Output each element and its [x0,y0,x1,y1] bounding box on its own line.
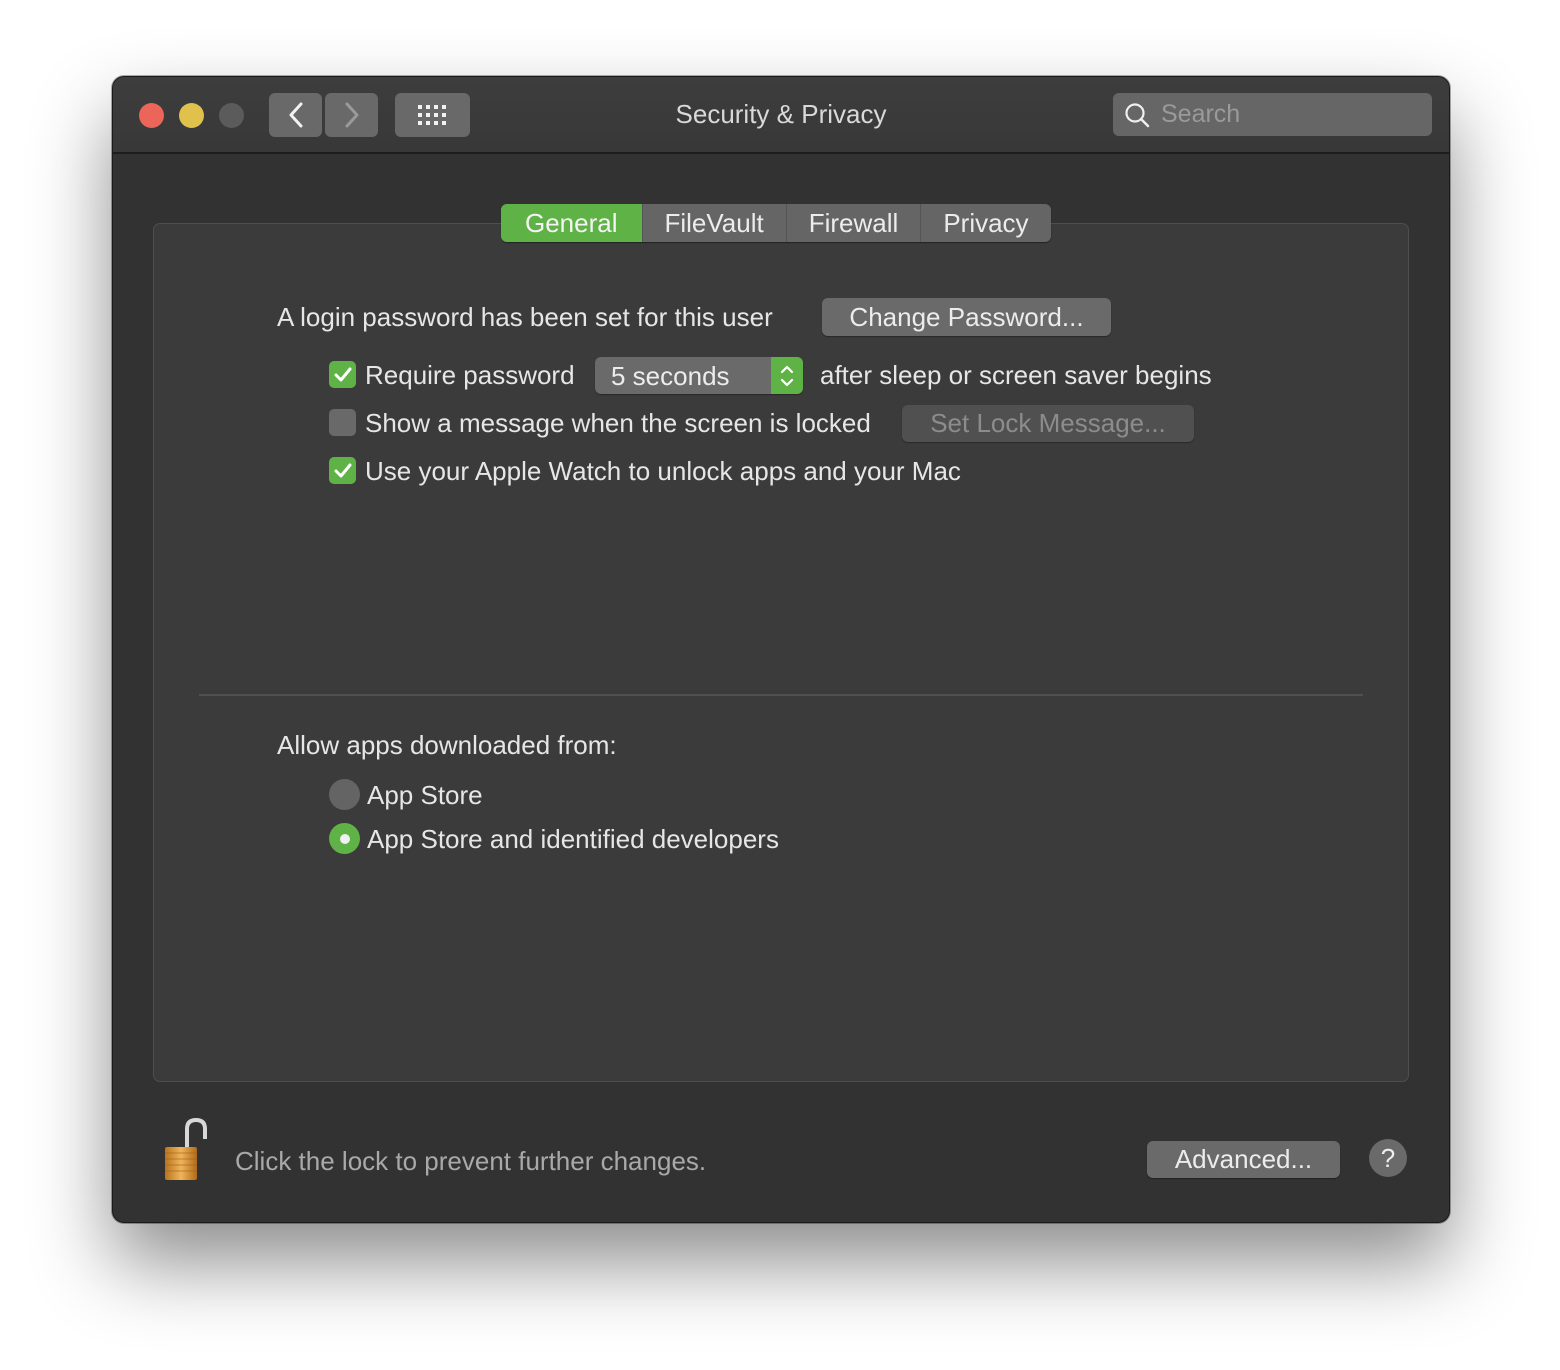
login-password-status: A login password has been set for this u… [277,302,773,332]
radio-app-store-identified[interactable] [329,823,360,854]
require-password-label: Require password [365,360,575,390]
help-button[interactable]: ? [1369,1139,1407,1177]
apple-watch-label: Use your Apple Watch to unlock apps and … [365,456,961,486]
grid-icon [417,105,446,125]
radio-dot [339,833,350,844]
security-privacy-window: Security & Privacy General FileVault Fir… [112,76,1450,1223]
chevron-right-icon [345,102,358,128]
unlocked-padlock-icon[interactable] [161,1117,211,1183]
delay-value: 5 seconds [611,361,730,391]
search-input[interactable] [1159,99,1423,130]
checkmark-icon [334,367,351,381]
zoom-button[interactable] [219,103,244,128]
tab-bar: General FileVault Firewall Privacy [501,204,1051,242]
require-password-suffix: after sleep or screen saver begins [820,360,1212,390]
lock-message-label: Show a message when the screen is locked [365,408,871,438]
tab-filevault[interactable]: FileVault [643,204,787,242]
allow-apps-heading: Allow apps downloaded from: [277,730,617,760]
minimize-button[interactable] [179,103,204,128]
tab-general[interactable]: General [501,204,643,242]
show-all-button[interactable] [395,93,470,137]
search-icon [1125,102,1150,127]
lock-status-text: Click the lock to prevent further change… [235,1146,707,1176]
back-button[interactable] [269,93,322,137]
section-divider [199,694,1363,696]
advanced-button[interactable]: Advanced... [1147,1141,1340,1178]
radio-app-store[interactable] [329,779,360,810]
tab-firewall[interactable]: Firewall [787,204,922,242]
title-bar: Security & Privacy [113,77,1449,154]
change-password-button[interactable]: Change Password... [822,298,1111,336]
radio-app-store-identified-label[interactable]: App Store and identified developers [367,824,779,855]
apple-watch-checkbox[interactable] [329,457,356,484]
checkmark-icon [334,463,351,477]
forward-button[interactable] [325,93,378,137]
search-field[interactable] [1113,93,1432,136]
require-password-checkbox[interactable] [329,361,356,388]
tab-privacy[interactable]: Privacy [921,204,1050,242]
tab-content-panel [153,223,1409,1082]
updown-chevrons-icon [771,357,803,394]
radio-app-store-label[interactable]: App Store [367,780,483,811]
close-button[interactable] [139,103,164,128]
lock-message-checkbox[interactable] [329,409,356,436]
chevron-left-icon [289,102,302,128]
require-password-delay-select[interactable]: 5 seconds [595,357,803,394]
set-lock-message-button[interactable]: Set Lock Message... [902,405,1194,442]
